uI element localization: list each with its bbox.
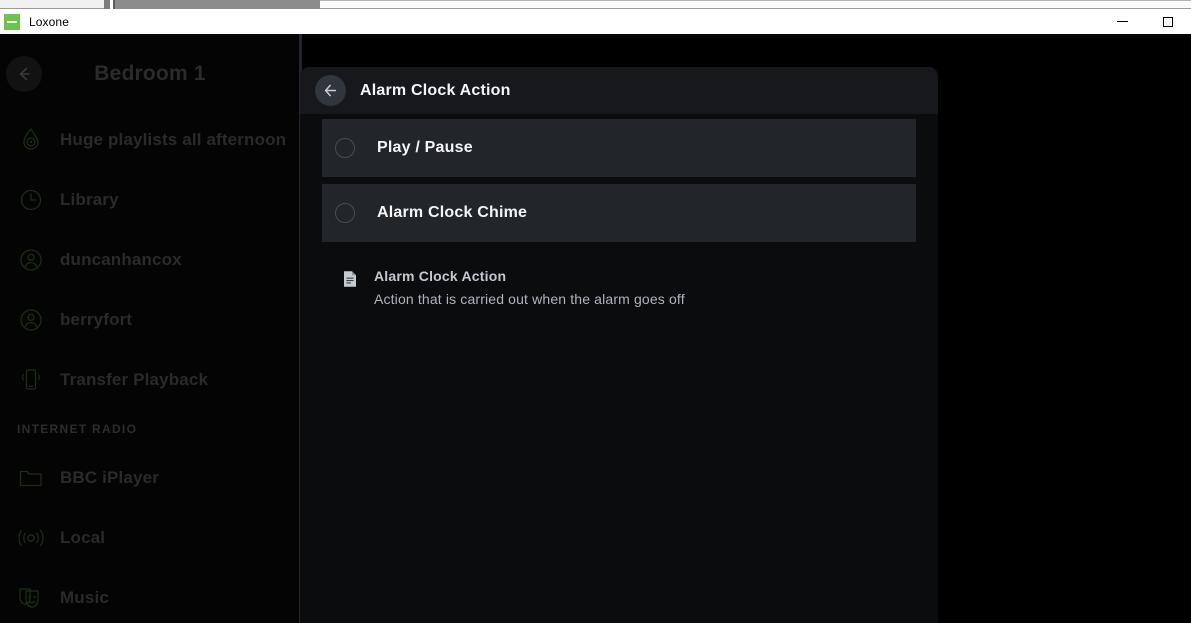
info-text: Alarm Clock Action Action that is carrie…	[374, 268, 685, 307]
sidebar-item-berryfort[interactable]: berryfort	[0, 290, 300, 350]
sidebar-item-label: berryfort	[60, 310, 133, 329]
sidebar-title: Bedroom 1	[94, 62, 206, 85]
alarm-clock-action-dialog: Alarm Clock Action Play / Pause Alarm Cl…	[300, 67, 938, 623]
sidebar-item-label: Huge playlists all afternoon	[60, 130, 287, 149]
folder-icon	[16, 463, 46, 493]
window-titlebar[interactable]: Loxone	[0, 9, 1191, 34]
sidebar-item-label: Library	[60, 190, 119, 209]
option-label: Alarm Clock Chime	[377, 204, 528, 221]
sidebar-item-huge-playlists[interactable]: Huge playlists all afternoon	[0, 110, 300, 170]
dialog-title: Alarm Clock Action	[360, 81, 511, 99]
sidebar-item-label: BBC iPlayer	[60, 468, 159, 487]
scrollbar-track-left[interactable]	[0, 0, 104, 9]
scrollbar-track-right[interactable]	[320, 0, 1191, 9]
phone-transfer-icon	[16, 365, 46, 395]
option-row-alarm-clock-chime[interactable]: Alarm Clock Chime	[322, 184, 916, 242]
radio-button-icon[interactable]	[335, 138, 355, 158]
window-title: Loxone	[29, 14, 69, 29]
loxone-logo-icon	[4, 13, 20, 30]
clock-icon	[16, 185, 46, 215]
scrollbar-thumb-main[interactable]	[113, 0, 320, 9]
sidebar-section-internet-radio: INTERNET RADIO	[0, 410, 300, 448]
sidebar-item-label: Transfer Playback	[60, 370, 209, 389]
sidebar-header: Bedroom 1	[0, 34, 300, 110]
app-root: Bedroom 1 Huge playlists all afternoon L…	[0, 34, 1191, 623]
arrow-left-icon	[324, 84, 337, 97]
dialog-body: Play / Pause Alarm Clock Chime Alarm Clo…	[300, 119, 938, 623]
sidebar-item-duncanhancox[interactable]: duncanhancox	[0, 230, 300, 290]
dialog-back-button[interactable]	[315, 75, 346, 106]
sidebar-item-local[interactable]: Local	[0, 508, 300, 568]
document-icon	[342, 270, 358, 288]
sidebar-section-label: INTERNET RADIO	[17, 422, 138, 436]
broadcast-icon	[16, 523, 46, 553]
user-icon	[16, 245, 46, 275]
sidebar-item-bbc-iplayer[interactable]: BBC iPlayer	[0, 448, 300, 508]
sidebar-item-music[interactable]: Music	[0, 568, 300, 623]
flame-playlist-icon	[16, 125, 46, 155]
info-description: Action that is carried out when the alar…	[374, 291, 685, 307]
theater-masks-icon	[16, 583, 46, 613]
sidebar-item-label: Music	[60, 588, 109, 607]
sidebar-item-library[interactable]: Library	[0, 170, 300, 230]
maximize-icon	[1163, 16, 1173, 27]
option-row-play-pause[interactable]: Play / Pause	[322, 119, 916, 177]
sidebar: Bedroom 1 Huge playlists all afternoon L…	[0, 34, 300, 623]
maximize-button[interactable]	[1145, 9, 1191, 34]
option-label: Play / Pause	[377, 139, 473, 156]
sidebar-item-transfer-playback[interactable]: Transfer Playback	[0, 350, 300, 410]
window-controls	[1099, 9, 1191, 34]
info-title: Alarm Clock Action	[374, 268, 507, 284]
minimize-icon	[1116, 21, 1128, 22]
radio-button-icon[interactable]	[335, 203, 355, 223]
minimize-button[interactable]	[1099, 9, 1145, 34]
info-block: Alarm Clock Action Action that is carrie…	[342, 268, 938, 307]
dialog-header: Alarm Clock Action	[300, 67, 938, 114]
user-icon	[16, 305, 46, 335]
window-edge-scrollbar[interactable]	[0, 0, 1191, 9]
sidebar-item-label: duncanhancox	[60, 250, 182, 269]
sidebar-item-label: Local	[60, 528, 106, 547]
